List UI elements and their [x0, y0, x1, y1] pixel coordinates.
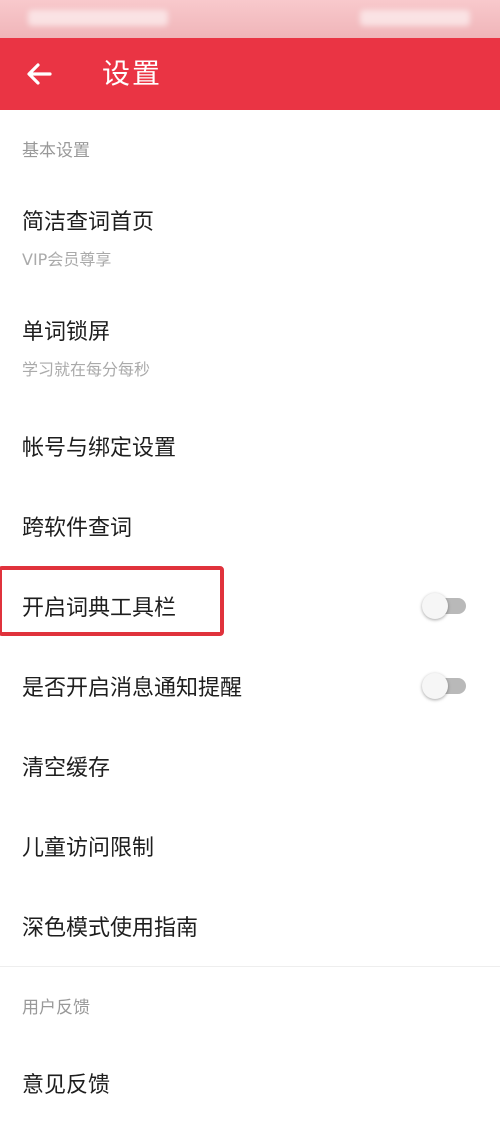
setting-title: 意见反馈: [22, 1073, 111, 1098]
setting-clear-cache[interactable]: 清空缓存: [0, 726, 500, 806]
setting-title: 简洁查词首页: [22, 210, 155, 235]
section-header-feedback: 用户反馈: [22, 998, 90, 1018]
section-header-basic: 基本设置: [22, 141, 90, 161]
setting-simple-home[interactable]: 简洁查词首页 VIP会员尊享: [0, 186, 500, 296]
setting-feedback[interactable]: 意见反馈: [0, 1043, 500, 1123]
highlight-box: [0, 566, 224, 636]
toolbar-toggle[interactable]: [422, 593, 466, 619]
status-bar-right-info: [360, 10, 470, 26]
setting-dark-mode-guide[interactable]: 深色模式使用指南: [0, 886, 500, 966]
page-title: 设置: [102, 57, 163, 90]
setting-notifications[interactable]: 是否开启消息通知提醒: [0, 646, 500, 726]
app-bar: 设置: [0, 38, 500, 110]
setting-dictionary-toolbar[interactable]: 开启词典工具栏: [0, 566, 500, 646]
setting-word-lockscreen[interactable]: 单词锁屏 学习就在每分每秒: [0, 296, 500, 406]
setting-title: 儿童访问限制: [22, 836, 155, 861]
status-bar: [0, 0, 500, 38]
settings-list: 基本设置 简洁查词首页 VIP会员尊享 单词锁屏 学习就在每分每秒 帐号与绑定设…: [0, 110, 500, 1123]
setting-title: 帐号与绑定设置: [22, 436, 177, 461]
setting-title: 是否开启消息通知提醒: [22, 676, 243, 701]
toggle-thumb: [422, 593, 448, 619]
setting-subtitle: VIP会员尊享: [22, 250, 112, 269]
setting-cross-app-lookup[interactable]: 跨软件查词: [0, 486, 500, 566]
status-bar-left-info: [28, 10, 168, 26]
setting-title: 清空缓存: [22, 756, 111, 781]
arrow-left-icon[interactable]: [22, 56, 58, 92]
setting-title: 单词锁屏: [22, 320, 111, 345]
toggle-thumb: [422, 673, 448, 699]
setting-title: 跨软件查词: [22, 516, 133, 541]
setting-title: 深色模式使用指南: [22, 916, 199, 941]
setting-child-restriction[interactable]: 儿童访问限制: [0, 806, 500, 886]
setting-account-binding[interactable]: 帐号与绑定设置: [0, 406, 500, 486]
notification-toggle[interactable]: [422, 673, 466, 699]
setting-subtitle: 学习就在每分每秒: [22, 360, 151, 379]
